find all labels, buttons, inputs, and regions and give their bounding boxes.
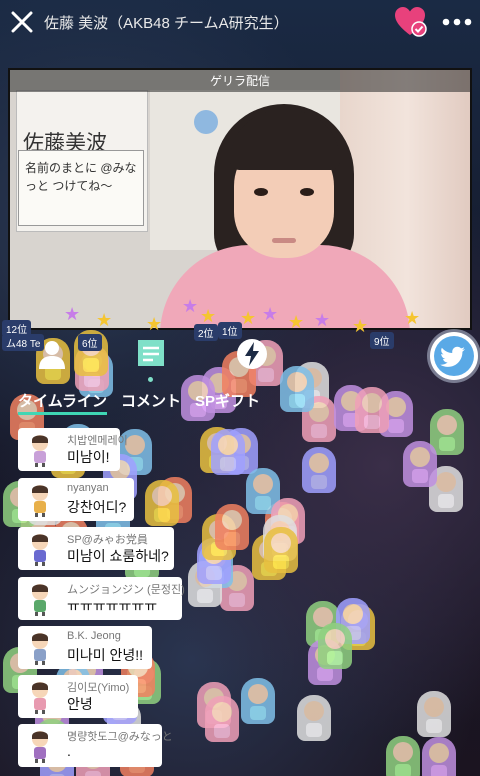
audience-avatar [417,691,451,737]
comment-username: B.K. Jeong [67,630,121,642]
star-icon: ★ [64,304,81,324]
comment-text: 미남이! [67,449,110,465]
audience-avatar [211,429,245,475]
rank-badge: 1位 [218,322,242,339]
comment-item[interactable]: ムンジョンジン (문정진) ㅠㅠㅠㅠㅠㅠㅠ [18,577,185,620]
comment-text: 강찬어디? [67,499,127,515]
comment-username: nyanyan [67,482,109,494]
tab-sp-gift[interactable]: SPギフト [195,390,260,414]
rank-badge: 9位 [370,332,394,349]
tab-bar: タイムライン コメント SPギフト [18,390,274,415]
more-dots-icon[interactable] [440,8,474,36]
user-avatar[interactable] [24,679,56,715]
lightning-icon[interactable] [236,338,268,370]
audience-avatar [215,504,249,550]
comment-username: SP@みゃお党員 [67,534,148,546]
star-icon: ★ [262,304,279,324]
star-icon: ★ [96,310,113,330]
star-icon: ★ [146,314,163,334]
comment-username: 명량핫도그@みなっと [67,731,173,743]
audience-avatar [386,736,420,776]
rank-badge: 6位 [78,334,102,351]
user-avatar[interactable] [24,630,56,666]
comment-username: 김이모(Yimo) [67,682,130,694]
star-icon: ★ [240,308,257,328]
flower-decoration [194,110,218,134]
comment-text: 안녕 [67,696,93,712]
streamer-eye [300,188,314,196]
comment-username: 치밥엔메레이 [67,435,128,447]
tab-timeline[interactable]: タイムライン [18,390,107,415]
comment-list-icon[interactable] [136,338,168,370]
comment-text: ㅠㅠㅠㅠㅠㅠㅠ [67,598,158,614]
comment-item[interactable]: B.K. Jeong 미나미 안녕!! [18,626,152,669]
audience-avatar [241,678,275,724]
audience-avatar [403,441,437,487]
active-indicator [148,377,153,382]
audience-avatar [145,480,179,526]
audience-avatar [430,409,464,455]
user-avatar[interactable] [24,432,56,468]
comment-item[interactable]: nyanyan 강찬어디? [18,478,134,521]
comment-username: ムンジョンジン (문정진) [67,584,185,596]
streamer-mouth [272,238,296,243]
audience-avatar [422,737,456,776]
audience-avatar [264,527,298,573]
star-icon: ★ [314,310,331,330]
audience-avatar [318,623,352,669]
comment-text: . [67,743,71,759]
audience-avatar [355,387,389,433]
streamer-eye [254,188,268,196]
user-avatar[interactable] [24,482,56,518]
tab-comments[interactable]: コメント [121,390,181,414]
star-icon: ★ [182,296,199,316]
star-icon: ★ [352,316,369,336]
live-video[interactable]: 佐藤美波 名前のまとに @みなっと つけてね〜 ゲリラ配信 [8,68,472,330]
audience-avatar [297,695,331,741]
comment-item[interactable]: SP@みゃお党員 미남이 쇼룸하네? [18,527,174,570]
comment-item[interactable]: 명량핫도그@みなっと. [18,724,173,767]
heart-check-icon[interactable] [394,6,428,38]
user-avatar[interactable] [24,581,56,617]
star-icon: ★ [404,308,421,328]
room-title: 佐藤 美波（AKB48 チームA研究生） [44,14,289,32]
person-icon[interactable] [36,338,68,370]
comment-text: 미나미 안녕!! [67,647,144,663]
audience-avatar [302,447,336,493]
audience-avatar [280,366,314,412]
user-avatar[interactable] [24,531,56,567]
sign-text: 名前のまとに @みなっと つけてね〜 [25,161,137,193]
stream-type-label: ゲリラ配信 [10,70,470,92]
comment-item[interactable]: 치밥엔메레이미남이! [18,428,128,471]
twitter-icon[interactable] [430,332,478,380]
audience-avatar [205,696,239,742]
handwritten-sign: 名前のまとに @みなっと つけてね〜 [18,150,144,226]
comment-text: 미남이 쇼룸하네? [67,548,169,564]
star-icon: ★ [288,312,305,332]
close-icon[interactable] [0,0,44,44]
user-avatar[interactable] [24,728,56,764]
star-icon: ★ [200,306,217,326]
comment-item[interactable]: 김이모(Yimo) 안녕 [18,675,138,718]
